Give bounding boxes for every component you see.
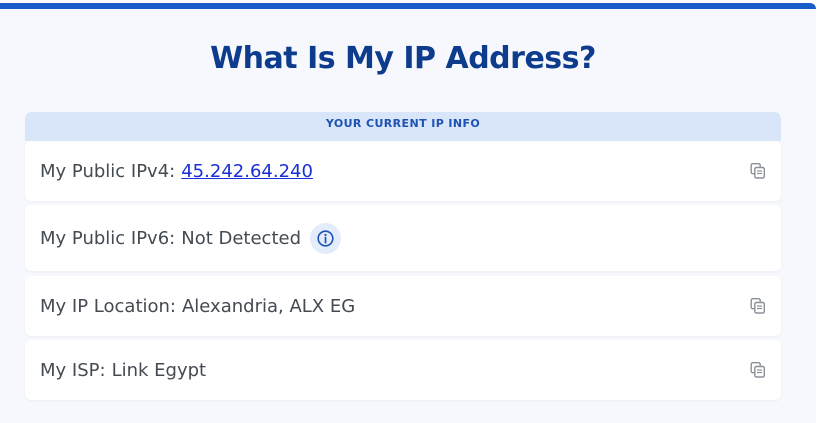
- location-row: My IP Location: Alexandria, ALX EG: [25, 276, 781, 336]
- ipv6-info-button[interactable]: [310, 222, 342, 254]
- copy-icon: [750, 163, 766, 179]
- isp-value: Link Egypt: [111, 359, 207, 381]
- ipv6-value: Not Detected: [181, 227, 302, 249]
- ipv4-label: My Public IPv4:: [40, 160, 176, 182]
- ipv4-address-link[interactable]: 45.242.64.240: [181, 161, 313, 182]
- copy-location-button[interactable]: [750, 298, 766, 315]
- copy-ipv4-button[interactable]: [750, 163, 766, 180]
- copy-isp-button[interactable]: [750, 362, 766, 379]
- info-icon: [317, 229, 334, 247]
- ipv4-row: My Public IPv4: 45.242.64.240: [25, 141, 781, 201]
- location-value: Alexandria, ALX EG: [181, 295, 356, 317]
- location-label: My IP Location:: [40, 295, 176, 317]
- copy-icon: [750, 362, 766, 378]
- page-title: What Is My IP Address?: [210, 41, 596, 76]
- isp-label: My ISP:: [40, 359, 106, 381]
- copy-icon: [750, 298, 766, 314]
- ip-info-card: What Is My IP Address? YOUR CURRENT IP I…: [0, 3, 816, 423]
- ipv6-row: My Public IPv6: Not Detected: [25, 205, 781, 271]
- section-header: YOUR CURRENT IP INFO: [25, 112, 781, 141]
- ipv6-label: My Public IPv6:: [40, 227, 176, 249]
- isp-row: My ISP: Link Egypt: [25, 340, 781, 400]
